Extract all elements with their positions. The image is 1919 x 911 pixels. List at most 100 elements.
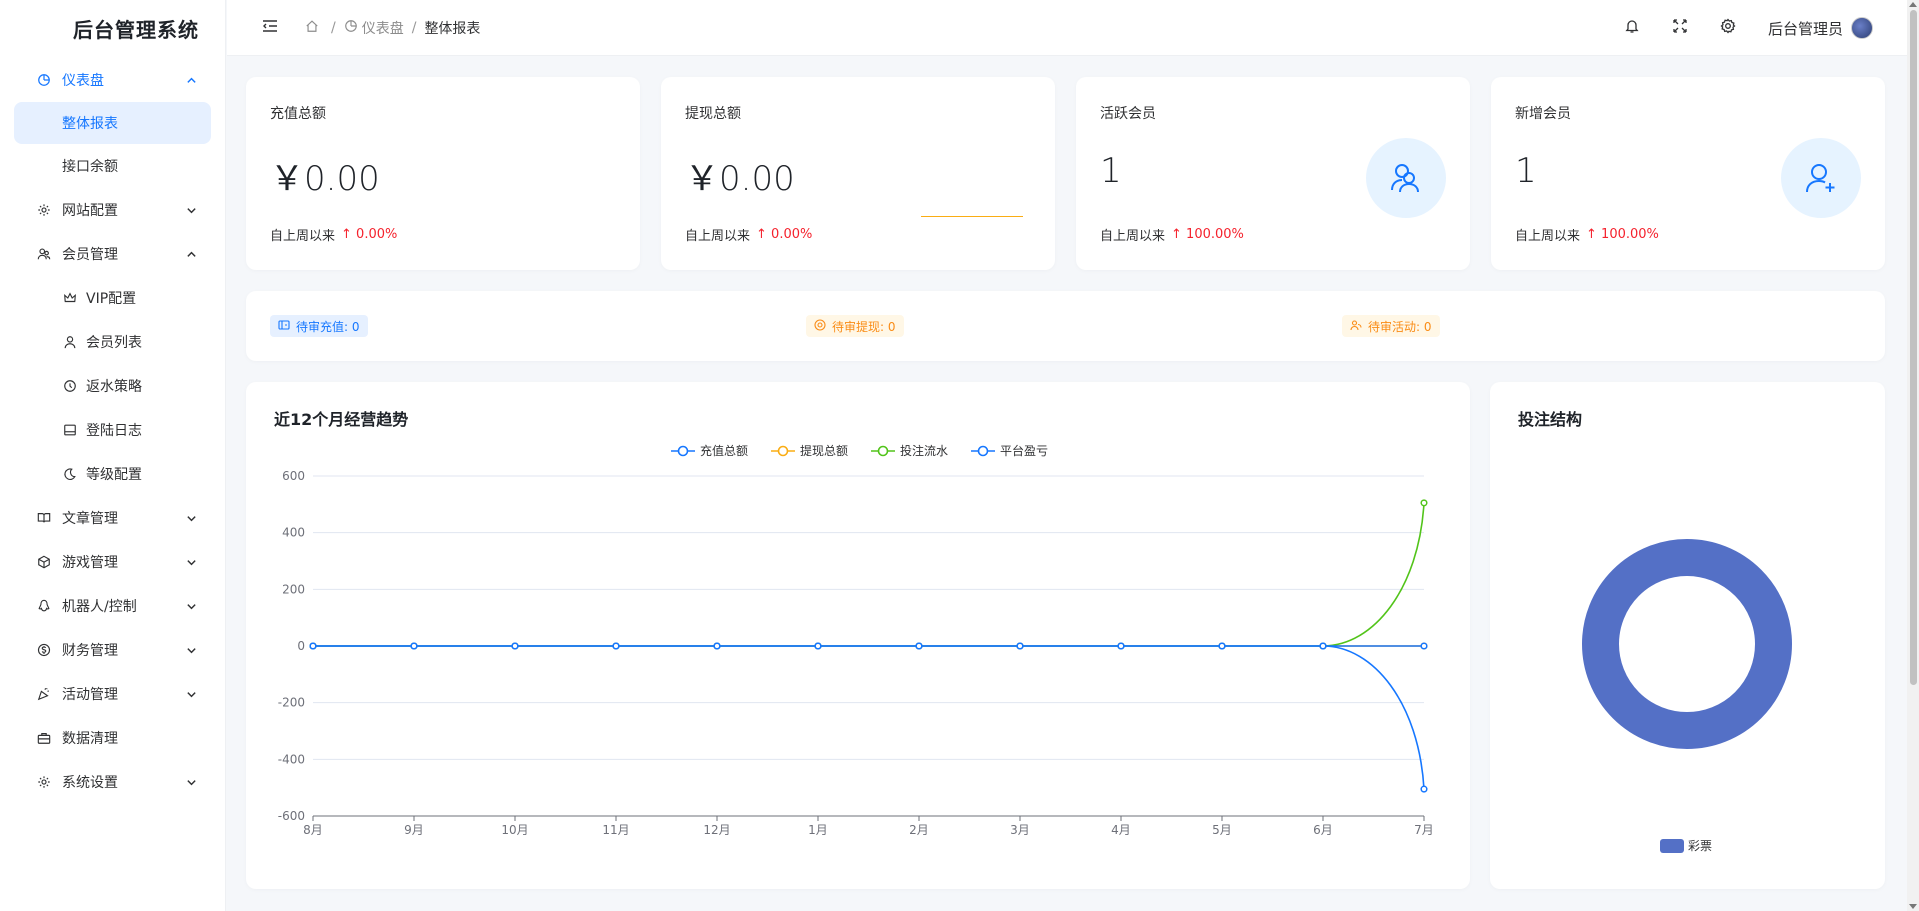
stat-card-active-members: 活跃会员 1 自上周以来 ↑ 100.00% (1076, 77, 1470, 270)
sidebar-item-finance[interactable]: 财务管理 (0, 628, 225, 672)
y-tick-label: -600 (278, 809, 305, 823)
dashboard-icon (36, 72, 52, 88)
tag-label: 待审活动: 0 (1368, 319, 1432, 334)
sidebar-subitem-label: 会员列表 (86, 335, 142, 351)
series-line-3 (313, 645, 1425, 790)
page-scrollbar[interactable] (1907, 0, 1919, 911)
book-icon (36, 510, 52, 526)
sidebar-subitem-vip[interactable]: VIP配置 (0, 276, 225, 320)
sidebar-item-label: 系统设置 (62, 775, 118, 791)
scroll-down-arrow-icon[interactable] (1909, 904, 1917, 909)
dollar-icon (36, 642, 52, 658)
fullscreen-icon[interactable] (1672, 18, 1688, 38)
breadcrumb-home[interactable] (305, 19, 323, 37)
monitor-icon (62, 422, 78, 438)
sidebar-subitem-api-balance[interactable]: 接口余额 (0, 144, 225, 188)
stat-card-withdraw-total: 提现总额 ￥0.00 自上周以来 ↑ 0.00% (661, 77, 1055, 270)
y-tick-label: -200 (278, 696, 305, 710)
y-tick-label: 200 (282, 582, 305, 596)
sidebar-item-activity[interactable]: 活动管理 (0, 672, 225, 716)
chevron-down-icon (185, 512, 197, 524)
sidebar-item-label: 文章管理 (62, 511, 118, 527)
user-menu[interactable]: 后台管理员 (1768, 17, 1873, 39)
sidebar-subitem-overall-report[interactable]: 整体报表 (14, 102, 211, 144)
x-tick-label: 7月 (1414, 823, 1434, 837)
data-point (1218, 642, 1226, 650)
sidebar-item-article[interactable]: 文章管理 (0, 496, 225, 540)
header-actions: 后台管理员 (1624, 0, 1873, 56)
tag-label: 待审提现: 0 (832, 319, 896, 334)
data-point (1420, 499, 1428, 507)
data-point (1016, 642, 1024, 650)
stat-card-new-members: 新增会员 1 自上周以来 ↑ 100.00% (1491, 77, 1885, 270)
breadcrumb-separator: / (411, 19, 417, 36)
sidebar-item-label: 机器人/控制 (62, 599, 137, 615)
pending-recharge-tag[interactable]: 待审充值: 0 (270, 315, 368, 337)
sidebar-subitem-label: 返水策略 (86, 379, 142, 395)
home-icon (305, 19, 323, 37)
sidebar-subitem-level-config[interactable]: 等级配置 (0, 452, 225, 496)
data-point (612, 642, 620, 650)
x-tick-label: 11月 (602, 823, 629, 837)
legend-swatch (1660, 838, 1684, 853)
pending-review-bar: 待审充值: 0 待审提现: 0 待审活动: 0 (246, 291, 1885, 361)
chevron-down-icon (185, 776, 197, 788)
sidebar-item-site-config[interactable]: 网站配置 (0, 188, 225, 232)
tag-label: 待审充值: 0 (296, 319, 360, 334)
sidebar-subitem-label: VIP配置 (86, 291, 137, 307)
briefcase-icon (36, 730, 52, 746)
sidebar-subitem-login-log[interactable]: 登陆日志 (0, 408, 225, 452)
sidebar-item-label: 财务管理 (62, 643, 118, 659)
users-icon (1366, 138, 1446, 218)
sidebar-subitem-rebate[interactable]: 返水策略 (0, 364, 225, 408)
stat-footer: 自上周以来 ↑ 0.00% (270, 225, 397, 244)
stat-value: ￥0.00 (270, 159, 380, 199)
users-icon (36, 246, 52, 262)
user-add-icon (1781, 138, 1861, 218)
gear-icon[interactable] (1720, 18, 1736, 38)
sidebar-item-label: 活动管理 (62, 687, 118, 703)
pie-legend[interactable]: 彩票 (1660, 837, 1712, 854)
sidebar-item-dashboard[interactable]: 仪表盘 (0, 58, 225, 102)
scrollbar-thumb[interactable] (1910, 10, 1917, 685)
breadcrumb-dashboard[interactable]: 仪表盘 (344, 18, 404, 38)
top-header: / 仪表盘 / 整体报表 后台管理员 (227, 0, 1907, 56)
pie-slice[interactable] (1579, 537, 1795, 751)
sidebar-item-system[interactable]: 系统设置 (0, 760, 225, 804)
bell-icon[interactable] (1624, 18, 1640, 38)
series-line-2 (313, 502, 1425, 647)
sparkline (921, 216, 1023, 217)
data-point (1319, 642, 1327, 650)
x-tick-label: 9月 (404, 823, 424, 837)
x-tick-label: 8月 (303, 823, 323, 837)
stat-change: ↑ 100.00% (1171, 227, 1244, 242)
collapse-menu-icon[interactable] (261, 17, 279, 39)
chevron-down-icon (185, 600, 197, 612)
stat-foot-label: 自上周以来 (1100, 229, 1166, 244)
sidebar-item-robot[interactable]: 机器人/控制 (0, 584, 225, 628)
x-tick-label: 1月 (808, 823, 828, 837)
data-point (1420, 642, 1428, 650)
x-tick-label: 2月 (909, 823, 929, 837)
moon-icon (62, 466, 78, 482)
stat-footer: 自上周以来 ↑ 100.00% (1515, 225, 1659, 244)
sidebar-menu: 仪表盘 整体报表 接口余额 网站配置 会员管理 VIP配置 会员列表 返水策略 … (0, 58, 225, 804)
user-icon (62, 334, 78, 350)
sidebar-subitem-label: 登陆日志 (86, 423, 142, 439)
pending-withdraw-tag[interactable]: 待审提现: 0 (806, 315, 904, 337)
scroll-up-arrow-icon[interactable] (1909, 2, 1917, 7)
sidebar-item-data-clean[interactable]: 数据清理 (0, 716, 225, 760)
pending-activity-tag[interactable]: 待审活动: 0 (1342, 315, 1440, 337)
sidebar-subitem-member-list[interactable]: 会员列表 (0, 320, 225, 364)
sidebar: 后台管理系统 仪表盘 整体报表 接口余额 网站配置 会员管理 VIP配置 会员列… (0, 0, 226, 911)
y-tick-label: 0 (297, 639, 305, 653)
sidebar-item-game[interactable]: 游戏管理 (0, 540, 225, 584)
stat-foot-label: 自上周以来 (685, 229, 751, 244)
sidebar-item-member[interactable]: 会员管理 (0, 232, 225, 276)
x-tick-label: 5月 (1212, 823, 1232, 837)
users-icon (1350, 319, 1368, 334)
donut-chart (1579, 537, 1795, 751)
gear-icon (36, 774, 52, 790)
chevron-down-icon (185, 556, 197, 568)
data-point (410, 642, 418, 650)
